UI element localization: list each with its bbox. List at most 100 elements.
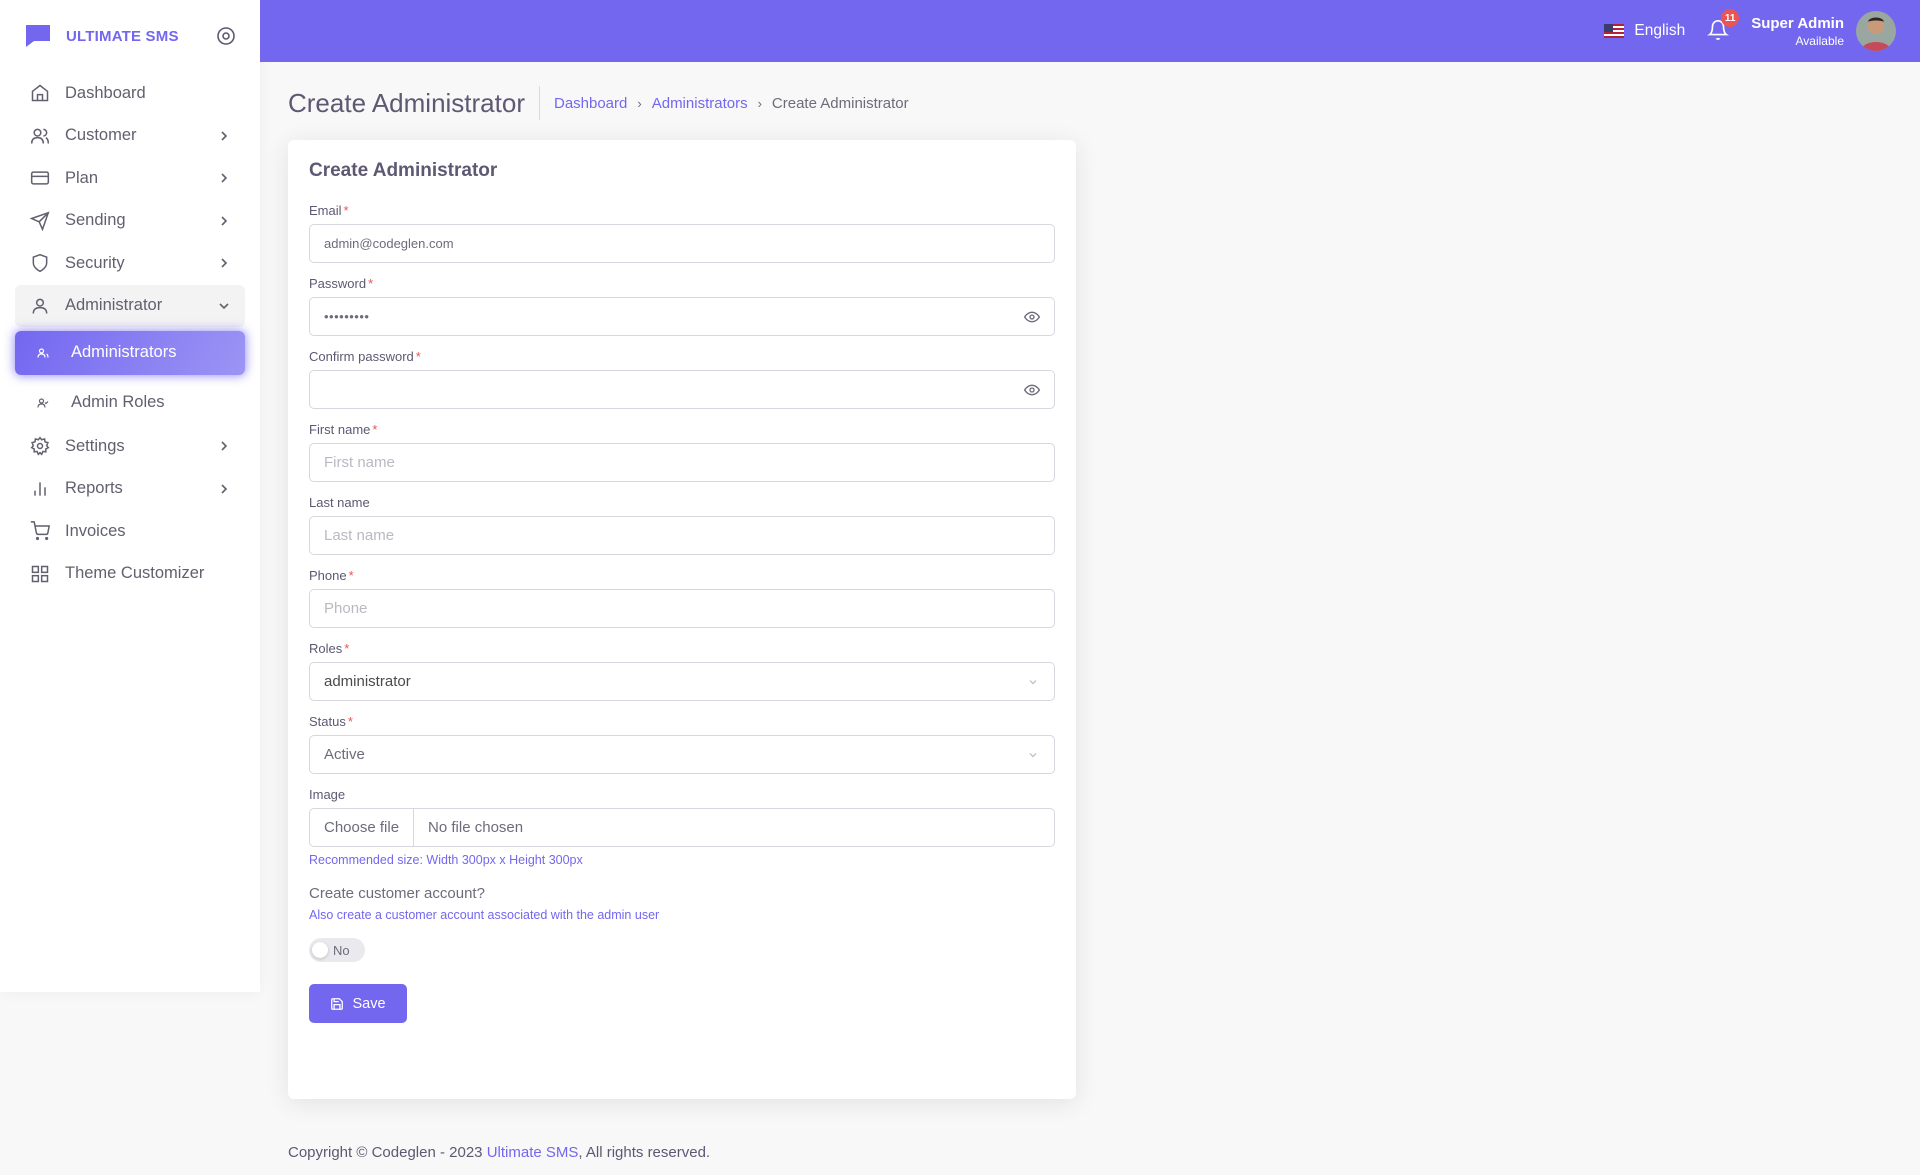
sidebar-toggle-icon[interactable] (216, 26, 236, 46)
send-icon (29, 210, 51, 232)
sidebar-item-label: Administrators (71, 343, 177, 361)
credit-card-icon (29, 167, 51, 189)
sidebar-item-label: Admin Roles (71, 393, 165, 411)
sidebar-item-administrator[interactable]: Administrator (15, 284, 245, 327)
roles-group: Roles * administrator (309, 642, 1055, 701)
sidebar-item-plan[interactable]: Plan (15, 157, 245, 199)
first-name-label: First name (309, 422, 371, 437)
sidebar-item-label: Reports (65, 479, 123, 497)
required-mark: * (347, 714, 353, 729)
sidebar-item-label: Invoices (65, 521, 126, 540)
footer-suffix: , All rights reserved. (578, 1144, 711, 1161)
chevron-right-icon (221, 215, 228, 226)
status-select[interactable]: Active (309, 735, 1055, 774)
sidebar-item-theme-customizer[interactable]: Theme Customizer (15, 553, 245, 595)
sidebar-item-label: Sending (65, 211, 126, 229)
last-name-placeholder: Last name (324, 527, 395, 544)
copyright-text: Copyright © Codeglen - 2023 (288, 1144, 483, 1161)
status-value: Active (324, 746, 365, 763)
first-name-field[interactable]: First name (309, 443, 1055, 482)
last-name-label: Last name (309, 495, 370, 510)
password-group: Password * ••••••••• (309, 277, 1055, 336)
chevron-right-icon: › (757, 95, 762, 111)
sidebar-item-invoices[interactable]: Invoices (15, 510, 245, 552)
language-selector[interactable]: English (1604, 22, 1685, 40)
eye-icon[interactable] (1024, 383, 1040, 397)
status-group: Status * Active (309, 715, 1055, 774)
customer-account-description: Also create a customer account associate… (309, 908, 660, 922)
breadcrumb-dashboard[interactable]: Dashboard (554, 95, 627, 112)
user-icon (29, 295, 51, 317)
phone-placeholder: Phone (324, 600, 368, 617)
sidebar-item-label: Customer (65, 126, 137, 144)
chevron-down-icon (219, 302, 229, 309)
roles-select[interactable]: administrator (309, 662, 1055, 701)
first-name-placeholder: First name (324, 454, 395, 471)
sidebar-item-reports[interactable]: Reports (15, 468, 245, 510)
home-icon (29, 82, 51, 104)
breadcrumb-administrators[interactable]: Administrators (652, 95, 748, 112)
save-icon (331, 997, 344, 1010)
chevron-right-icon (221, 130, 228, 141)
page-header: Create Administrator Dashboard › Adminis… (288, 86, 909, 120)
required-mark: * (372, 422, 378, 437)
phone-group: Phone * Phone (309, 569, 1055, 628)
users-small-icon (35, 345, 51, 361)
sidebar-item-label: Theme Customizer (65, 564, 205, 582)
phone-field[interactable]: Phone (309, 589, 1055, 628)
save-button[interactable]: Save (309, 984, 407, 1023)
image-file-input[interactable]: Choose file No file chosen (309, 808, 1055, 847)
email-field[interactable]: admin@codeglen.com (309, 224, 1055, 263)
user-info[interactable]: Super Admin Available (1751, 15, 1844, 48)
notifications-button[interactable]: 11 (1707, 9, 1740, 43)
password-field[interactable]: ••••••••• (309, 297, 1055, 336)
avatar[interactable] (1856, 11, 1896, 51)
avatar-image (1856, 11, 1896, 51)
password-label: Password (309, 276, 367, 291)
gear-icon (29, 435, 51, 457)
customer-account-title: Create customer account? (309, 885, 485, 902)
us-flag-icon (1604, 24, 1625, 38)
users-icon (29, 125, 51, 147)
footer-link[interactable]: Ultimate SMS (487, 1144, 579, 1161)
sidebar-item-sending[interactable]: Sending (15, 200, 245, 242)
sidebar: ULTIMATE SMS Dashboard Customer Plan Sen… (0, 0, 260, 992)
sidebar-item-administrators[interactable]: Administrators (15, 330, 245, 375)
brand-name: ULTIMATE SMS (66, 27, 179, 45)
image-group: Image Choose file No file chosen Recomme… (309, 788, 1055, 867)
phone-label: Phone (309, 568, 347, 583)
card-title: Create Administrator (309, 160, 498, 181)
choose-file-button[interactable]: Choose file (310, 809, 415, 846)
language-label: English (1634, 22, 1686, 39)
breadcrumb: Dashboard › Administrators › Create Admi… (554, 95, 909, 112)
sidebar-item-admin-roles[interactable]: Admin Roles (15, 381, 245, 425)
roles-value: administrator (324, 673, 411, 690)
confirm-password-field[interactable] (309, 370, 1055, 409)
status-label: Status (309, 714, 346, 729)
sidebar-item-security[interactable]: Security (15, 242, 245, 284)
image-label: Image (309, 787, 346, 802)
chevron-down-icon (1029, 680, 1037, 685)
sidebar-item-dashboard[interactable]: Dashboard (15, 72, 245, 114)
sidebar-item-settings[interactable]: Settings (15, 425, 245, 467)
required-mark: * (415, 349, 421, 364)
breadcrumb-current: Create Administrator (771, 94, 909, 112)
eye-icon[interactable] (1024, 310, 1040, 324)
email-value: admin@codeglen.com (324, 236, 454, 251)
required-mark: * (343, 203, 349, 218)
email-label: Email (309, 203, 342, 218)
brand[interactable]: ULTIMATE SMS (0, 0, 260, 72)
required-mark: * (348, 568, 354, 583)
chevron-right-icon: › (637, 95, 642, 111)
sidebar-nav: Dashboard Customer Plan Sending Security… (0, 72, 260, 595)
create-administrator-card: Create Administrator Email * admin@codegl… (288, 140, 1076, 1099)
required-mark: * (368, 276, 374, 291)
last-name-field[interactable]: Last name (309, 516, 1055, 555)
chevron-right-icon (221, 441, 228, 451)
grid-icon (29, 563, 51, 585)
customer-account-toggle[interactable]: No (309, 938, 365, 962)
sidebar-item-customer[interactable]: Customer (15, 115, 245, 157)
chevron-down-icon (1029, 753, 1037, 758)
top-navbar: English 11 Super Admin Available (260, 0, 1920, 62)
password-value: ••••••••• (324, 309, 370, 324)
